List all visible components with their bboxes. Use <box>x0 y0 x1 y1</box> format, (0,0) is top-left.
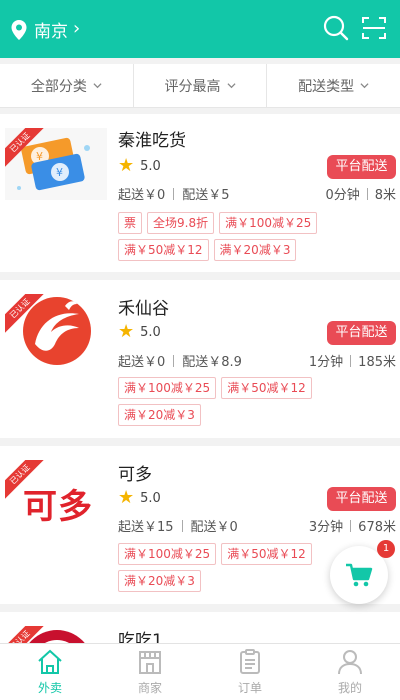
shop-fees: 起送￥15 配送￥0 <box>118 516 238 535</box>
filter-label: 配送类型 <box>298 78 355 95</box>
divider <box>173 354 175 367</box>
top-bar: 南京 › <box>0 0 400 58</box>
star-icon: ★ <box>118 321 135 342</box>
promo-tag: 满￥20减￥3 <box>118 570 201 592</box>
shop-thumbnail: 已认证 <box>5 294 107 366</box>
tab-label: 订单 <box>237 681 262 695</box>
filter-delivery-type[interactable]: 配送类型 <box>267 64 400 107</box>
home-icon <box>38 649 62 674</box>
promo-tag: 满￥100减￥25 <box>118 377 217 399</box>
star-icon: ★ <box>118 487 135 508</box>
filter-label: 全部分类 <box>30 78 87 95</box>
city-name: 南京 <box>34 22 68 42</box>
min-order: 起送￥15 <box>118 520 174 535</box>
bottom-tab-bar: 外卖 商家 订单 我的 <box>0 643 400 700</box>
tab-label: 我的 <box>337 681 362 695</box>
shop-rating: ★ 5.0 <box>118 157 161 175</box>
promo-tag: 满￥50减￥12 <box>221 543 312 565</box>
svg-text:¥: ¥ <box>36 150 43 163</box>
promo-tag: 满￥20减￥3 <box>118 404 201 426</box>
divider <box>350 354 352 367</box>
promo-tag: 满￥100减￥25 <box>118 543 217 565</box>
promo-tags: 满￥100减￥25 满￥50减￥12 满￥20减￥3 <box>118 543 343 597</box>
tab-label: 商家 <box>137 681 162 695</box>
shop-fees: 起送￥0 配送￥8.9 <box>118 351 242 370</box>
shop-fees: 起送￥0 配送￥5 <box>118 184 230 203</box>
delivery-fee: 配送￥8.9 <box>182 355 242 370</box>
scan-icon[interactable] <box>360 14 388 42</box>
shop-name: 禾仙谷 <box>118 299 169 319</box>
shop-distance: 3分钟 678米 <box>309 516 396 535</box>
chevron-down-icon <box>93 83 102 89</box>
tab-takeout[interactable]: 外卖 <box>0 644 100 700</box>
divider <box>366 187 368 200</box>
tab-orders[interactable]: 订单 <box>200 644 300 700</box>
delivery-time: 1分钟 <box>308 355 344 370</box>
chevron-right-icon: › <box>73 18 81 39</box>
divider <box>181 519 183 532</box>
promo-tag: 满￥50减￥12 <box>221 377 312 399</box>
store-icon <box>139 651 161 674</box>
delivery-fee: 配送￥0 <box>190 520 238 535</box>
promo-tag: 满￥100减￥25 <box>219 212 318 234</box>
shop-card[interactable]: 已认证 禾仙谷 ★ 5.0 平台配送 起送￥0 配送￥8.9 1分钟 185米 … <box>0 280 400 438</box>
filter-bar: 全部分类 评分最高 配送类型 <box>0 64 400 108</box>
profile-icon <box>338 650 362 675</box>
platform-delivery-badge: 平台配送 <box>327 155 396 179</box>
tab-merchants[interactable]: 商家 <box>100 644 200 700</box>
distance: 8米 <box>374 188 396 203</box>
divider <box>350 519 352 532</box>
tab-label: 外卖 <box>37 681 62 695</box>
promo-tag: 满￥20减￥3 <box>213 239 297 261</box>
filter-sort[interactable]: 评分最高 <box>134 64 268 107</box>
chevron-down-icon <box>226 83 236 89</box>
min-order: 起送￥0 <box>118 188 166 203</box>
order-icon <box>240 649 260 674</box>
promo-tag: 全场9.8折 <box>147 212 215 234</box>
delivery-time: 0分钟 <box>325 188 360 203</box>
svg-text:¥: ¥ <box>56 166 63 179</box>
shop-thumbnail: ¥ ¥ 已认证 <box>5 128 107 200</box>
platform-delivery-badge: 平台配送 <box>327 487 396 511</box>
promo-tag: 满￥50减￥12 <box>118 239 209 261</box>
platform-delivery-badge: 平台配送 <box>327 321 396 345</box>
rating-value: 5.0 <box>140 490 161 506</box>
location-selector[interactable]: 南京 › <box>10 17 80 42</box>
tab-profile[interactable]: 我的 <box>300 644 400 700</box>
shop-thumbnail: 可多 已认证 <box>5 460 107 532</box>
cart-button[interactable]: 1 <box>330 540 395 604</box>
shop-distance: 0分钟 8米 <box>325 184 396 203</box>
promo-tags: 票 全场9.8折 满￥100减￥25 满￥50减￥12 满￥20减￥3 <box>118 212 343 266</box>
shop-rating: ★ 5.0 <box>118 489 161 507</box>
shop-rating: ★ 5.0 <box>118 323 161 341</box>
cart-icon <box>346 563 373 587</box>
chevron-down-icon <box>360 83 369 89</box>
distance: 678米 <box>358 520 396 535</box>
search-icon[interactable] <box>322 14 350 42</box>
promo-tag: 票 <box>118 212 143 234</box>
cart-count-badge: 1 <box>377 540 395 558</box>
delivery-fee: 配送￥5 <box>182 188 230 203</box>
min-order: 起送￥0 <box>118 355 166 370</box>
filter-category[interactable]: 全部分类 <box>0 64 134 107</box>
star-icon: ★ <box>118 155 135 176</box>
shop-name: 秦淮吃货 <box>118 131 186 151</box>
shop-name: 可多 <box>118 465 152 485</box>
delivery-time: 3分钟 <box>308 520 344 535</box>
shop-card[interactable]: ¥ ¥ 已认证 秦淮吃货 ★ 5.0 平台配送 起送￥0 配送￥5 0分钟 8米… <box>0 114 400 272</box>
promo-tags: 满￥100减￥25 满￥50减￥12 满￥20减￥3 <box>118 377 343 431</box>
filter-label: 评分最高 <box>164 78 221 95</box>
distance: 185米 <box>358 355 396 370</box>
rating-value: 5.0 <box>140 324 161 340</box>
shop-logo-text: 可多 <box>23 486 93 527</box>
shop-distance: 1分钟 185米 <box>309 351 396 370</box>
rating-value: 5.0 <box>140 158 161 174</box>
divider <box>173 187 175 200</box>
location-pin-icon <box>11 19 27 40</box>
